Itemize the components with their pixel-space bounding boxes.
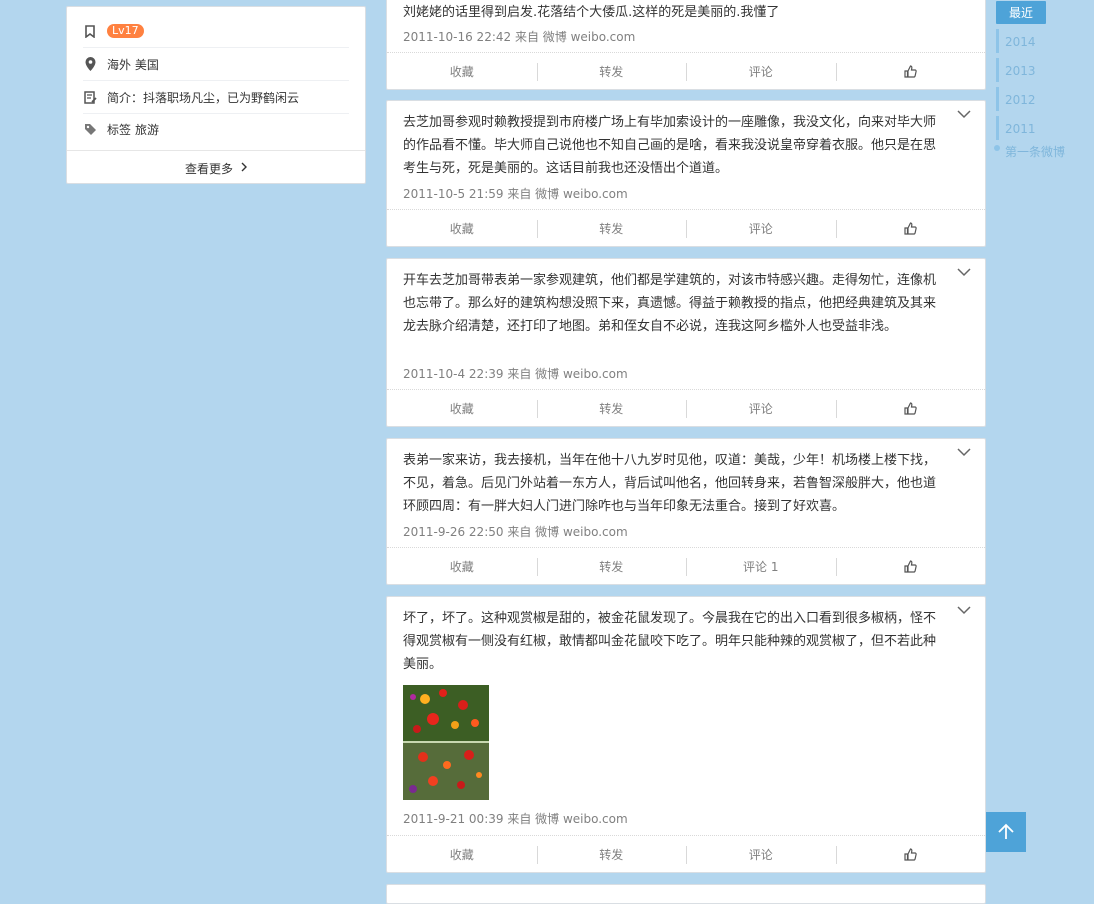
location-row: 海外 美国 [83, 48, 349, 81]
post-text: 开车去芝加哥带表弟一家参观建筑，他们都是学建筑的，对该市特感兴趣。走得匆忙，连像… [403, 273, 937, 334]
tag-icon [83, 122, 97, 136]
forward-button[interactable]: 转发 [536, 210, 687, 246]
thumbs-up-icon [904, 847, 917, 861]
pepper-photo[interactable] [403, 685, 489, 800]
tags-label: 标签 [107, 122, 132, 137]
timeline-line [996, 116, 999, 140]
back-to-top-button[interactable] [986, 812, 1026, 852]
level-badge[interactable]: Lv17 [107, 24, 144, 38]
location-text: 海外 美国 [107, 57, 159, 72]
like-button[interactable] [835, 548, 986, 584]
post-meta[interactable]: 2011-9-21 00:39 来自 微博 weibo.com [403, 810, 628, 827]
chevron-down-icon[interactable] [957, 109, 971, 119]
tags-row: 标签 旅游 [83, 113, 349, 145]
location-pin-icon [83, 57, 97, 71]
forward-button[interactable]: 转发 [536, 390, 687, 426]
timeline-year-2013[interactable]: 2013 [1005, 64, 1036, 78]
thumbs-up-icon [904, 64, 917, 78]
bio-text: 简介：抖落职场凡尘，已为野鹤闲云 [107, 90, 300, 105]
forward-button[interactable]: 转发 [536, 548, 687, 584]
favorite-button[interactable]: 收藏 [387, 548, 537, 584]
favorite-button[interactable]: 收藏 [387, 390, 537, 426]
see-more-label: 查看更多 [184, 161, 233, 176]
comment-button[interactable]: 评论 1 [686, 548, 836, 584]
post-actions: 收藏 转发 评论 [387, 52, 985, 89]
timeline-line [996, 87, 999, 111]
bio-row: 简介：抖落职场凡尘，已为野鹤闲云 [83, 81, 349, 114]
favorite-button[interactable]: 收藏 [387, 53, 537, 89]
post-text: 表弟一家来访，我去接机，当年在他十八九岁时见他，叹道：美哉，少年！机场楼上楼下找… [403, 453, 937, 514]
favorite-button[interactable]: 收藏 [387, 210, 537, 246]
comment-button[interactable]: 评论 [686, 53, 836, 89]
post-meta[interactable]: 2011-10-5 21:59 来自 微博 weibo.com [403, 185, 628, 202]
arrow-up-icon [998, 823, 1014, 839]
profile-card: Lv17 海外 美国 简介：抖落职场凡尘，已为野鹤闲云 标签 旅游 查看更多 [66, 6, 366, 184]
bookmark-icon [83, 24, 97, 38]
favorite-button[interactable]: 收藏 [387, 836, 537, 872]
timeline-dot [994, 145, 1000, 151]
timeline-year-2011[interactable]: 2011 [1005, 122, 1036, 136]
tag-link[interactable]: 旅游 [135, 121, 159, 138]
feed-card: 坏了，坏了。这种观赏椒是甜的，被金花鼠发现了。今晨我在它的出入口看到很多椒柄，怪… [386, 596, 986, 873]
post-text: 去芝加哥参观时赖教授提到市府楼广场上有毕加索设计的一座雕像，我没文化，向来对毕大… [403, 115, 937, 176]
feed-card: 表弟一家来访，我去接机，当年在他十八九岁时见他，叹道：美哉，少年！机场楼上楼下找… [386, 438, 986, 585]
post-text: 刘姥姥的话里得到启发.花落结个大倭瓜.这样的死是美丽的.我懂了 [403, 5, 780, 20]
chevron-down-icon[interactable] [957, 267, 971, 277]
chevron-down-icon[interactable] [957, 605, 971, 615]
see-more-button[interactable]: 查看更多 [67, 150, 365, 185]
forward-button[interactable]: 转发 [536, 836, 687, 872]
post-meta[interactable]: 2011-9-26 22:50 来自 微博 weibo.com [403, 523, 628, 540]
post-actions: 收藏 转发 评论 1 [387, 547, 985, 584]
edit-note-icon [83, 90, 97, 104]
feed-card: 刘姥姥的话里得到启发.花落结个大倭瓜.这样的死是美丽的.我懂了 2011-10-… [386, 0, 986, 90]
forward-button[interactable]: 转发 [536, 53, 687, 89]
timeline-first-post[interactable]: 第一条微博 [1005, 143, 1065, 160]
timeline-line [996, 29, 999, 53]
feed-card: 去芝加哥参观时赖教授提到市府楼广场上有毕加索设计的一座雕像，我没文化，向来对毕大… [386, 100, 986, 247]
like-button[interactable] [835, 210, 986, 246]
comment-button[interactable]: 评论 [686, 836, 836, 872]
timeline-current[interactable]: 最近 [996, 1, 1046, 24]
level-row: Lv17 [83, 15, 349, 48]
thumbs-up-icon [904, 559, 917, 573]
post-actions: 收藏 转发 评论 [387, 209, 985, 246]
like-button[interactable] [835, 390, 986, 426]
feed-card: 开车去芝加哥带表弟一家参观建筑，他们都是学建筑的，对该市特感兴趣。走得匆忙，连像… [386, 258, 986, 427]
thumbs-up-icon [904, 221, 917, 235]
post-actions: 收藏 转发 评论 [387, 835, 985, 872]
comment-button[interactable]: 评论 [686, 210, 836, 246]
like-button[interactable] [835, 53, 986, 89]
comment-button[interactable]: 评论 [686, 390, 836, 426]
thumbs-up-icon [904, 401, 917, 415]
feed-card-partial [386, 884, 986, 904]
like-button[interactable] [835, 836, 986, 872]
post-text: 坏了，坏了。这种观赏椒是甜的，被金花鼠发现了。今晨我在它的出入口看到很多椒柄，怪… [403, 611, 937, 672]
timeline-year-2012[interactable]: 2012 [1005, 93, 1036, 107]
post-meta[interactable]: 2011-10-16 22:42 来自 微博 weibo.com [403, 28, 635, 45]
chevron-down-icon[interactable] [957, 447, 971, 457]
post-meta[interactable]: 2011-10-4 22:39 来自 微博 weibo.com [403, 365, 628, 382]
post-actions: 收藏 转发 评论 [387, 389, 985, 426]
timeline-line [996, 58, 999, 82]
timeline-year-2014[interactable]: 2014 [1005, 35, 1036, 49]
chevron-right-icon [241, 161, 247, 175]
